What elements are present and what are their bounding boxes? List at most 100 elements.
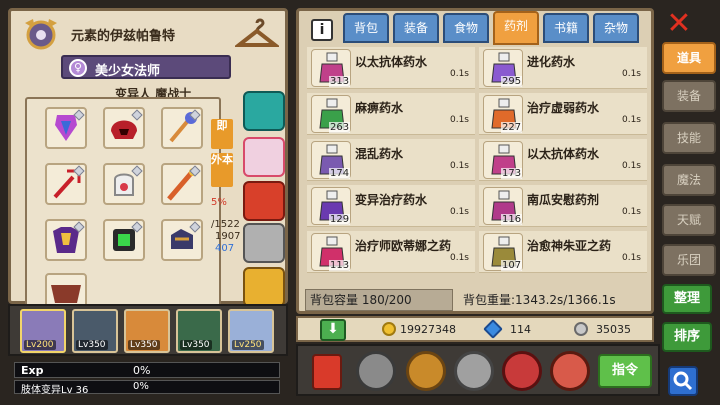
tab-food[interactable]: 食物 [443, 13, 489, 43]
party-member-5[interactable]: Lv250 [228, 309, 274, 353]
action-bar: 指令 [296, 344, 660, 396]
item-count: 295 [501, 76, 523, 87]
vortex-icon[interactable] [454, 351, 494, 391]
item-count: 313 [329, 76, 351, 87]
inventory-panel: i 背包 装备 食物 药剂 书籍 杂物 313 以太抗体药水 0.1s 295 进化药水… [296, 8, 654, 314]
party-member-3[interactable]: Lv350 [124, 309, 170, 353]
inventory-item[interactable]: 295 进化药水 0.1s [479, 47, 647, 89]
item-count: 107 [501, 260, 523, 271]
exp-bar: Exp 0% [14, 362, 280, 378]
member-level: Lv350 [180, 340, 212, 350]
gold-value: 19927348 [400, 323, 456, 336]
class-bar: ♀ 美少女法师 [61, 55, 231, 79]
tab-backpack[interactable]: 背包 [343, 13, 389, 43]
inventory-item[interactable]: 107 治愈神朱亚之药 0.1s [479, 231, 647, 273]
red-gauge-button[interactable] [312, 354, 342, 390]
item-name: 治疗师欧蒂娜之药 [355, 239, 452, 253]
stat-value: 1907 [215, 231, 241, 242]
shuriken-icon[interactable] [406, 351, 446, 391]
item-count: 113 [329, 260, 351, 271]
order-button[interactable]: 排序 [662, 322, 712, 352]
party-member-1[interactable]: Lv200 [20, 309, 66, 353]
equip-slot-staff[interactable] [161, 107, 203, 149]
tab-books[interactable]: 书籍 [543, 13, 589, 43]
inventory-item[interactable]: 173 以太抗体药水 0.1s [479, 139, 647, 181]
tab-potions[interactable]: 药剂 [493, 11, 539, 45]
download-icon[interactable]: ⬇ [320, 319, 346, 341]
exp-label: Exp [21, 364, 44, 377]
member-level: Lv350 [128, 340, 160, 350]
inventory-item[interactable]: 129 变异治疗药水 0.1s [307, 185, 475, 227]
gold-ring-icon[interactable] [243, 267, 285, 307]
menu-magic[interactable]: 魔法 [662, 164, 716, 196]
belt-icon [51, 285, 81, 303]
menu-equipment[interactable]: 装备 [662, 80, 716, 112]
item-weight: 0.1s [449, 161, 469, 171]
red-slash-icon[interactable] [550, 351, 590, 391]
tag-waiben: 外本 [211, 153, 233, 187]
silver-coin-icon [574, 322, 588, 336]
equip-slot-gauntlet[interactable] [161, 219, 203, 261]
currency-bar: ⬇ 19927348 114 35035 [296, 316, 654, 342]
item-weight: 0.1s [621, 69, 641, 79]
menu-items[interactable]: 道具 [662, 42, 716, 74]
member-level: Lv200 [24, 340, 56, 350]
equip-slot-gloves[interactable] [103, 163, 145, 205]
inventory-item[interactable]: 263 麻痹药水 0.1s [307, 93, 475, 135]
red-cube-icon[interactable] [502, 351, 542, 391]
inventory-item[interactable]: 174 混乱药水 0.1s [307, 139, 475, 181]
equip-slot-trident[interactable] [45, 163, 87, 205]
party-member-4[interactable]: Lv350 [176, 309, 222, 353]
hanger-icon[interactable] [235, 17, 279, 51]
item-weight: 0.1s [621, 253, 641, 263]
item-count: 129 [329, 214, 351, 225]
member-level: Lv250 [232, 340, 264, 350]
party-bar: Lv200 Lv350 Lv350 Lv350 Lv250 [8, 304, 288, 356]
item-name: 治疗虚弱药水 [527, 101, 600, 115]
tab-equipment[interactable]: 装备 [393, 13, 439, 43]
grey-slot-icon[interactable] [243, 223, 285, 263]
red-claw-icon[interactable] [243, 137, 285, 177]
inventory-item[interactable]: 113 治疗师欧蒂娜之药 0.1s [307, 231, 475, 273]
bag-weight: 背包重量:1343.2s/1366.1s [463, 293, 616, 307]
tag-ji: 即 [211, 119, 233, 149]
stat-hp-max: /1522 [211, 219, 240, 230]
class-emblem-icon [25, 19, 57, 50]
search-icon[interactable] [668, 366, 698, 396]
female-icon: ♀ [69, 59, 87, 77]
item-weight: 0.1s [621, 161, 641, 171]
equip-slot-armor[interactable] [45, 219, 87, 261]
character-title: 元素的伊兹帕鲁特 [71, 29, 176, 44]
equip-slot-spear[interactable] [161, 163, 203, 205]
battle-axe-icon[interactable] [356, 351, 396, 391]
item-weight: 0.1s [449, 207, 469, 217]
red-bracer-icon[interactable] [243, 181, 285, 221]
party-member-2[interactable]: Lv350 [72, 309, 118, 353]
item-count: 173 [501, 168, 523, 179]
menu-skills[interactable]: 技能 [662, 122, 716, 154]
inventory-item[interactable]: 227 治疗虚弱药水 0.1s [479, 93, 647, 135]
info-button[interactable]: i [311, 19, 333, 41]
close-icon[interactable]: ✕ [664, 9, 694, 40]
teal-crystal-icon[interactable] [243, 91, 285, 131]
equip-slot-amulet[interactable] [45, 107, 87, 149]
item-name: 变异治疗药水 [355, 193, 428, 207]
inventory-item[interactable]: 116 南瓜安慰药剂 0.1s [479, 185, 647, 227]
sort-button[interactable]: 整理 [662, 284, 712, 314]
character-panel: 元素的伊兹帕鲁特 ♀ 美少女法师 变异人 魔战士 即 外本 5% /1522 1… [8, 8, 288, 311]
item-name: 麻痹药水 [355, 101, 404, 115]
mutation-value: 0% [133, 381, 149, 392]
mutation-label: 肢体变异Lv 36 [21, 385, 89, 396]
menu-band[interactable]: 乐团 [662, 244, 716, 276]
equip-slot-helmet[interactable] [103, 107, 145, 149]
tab-misc[interactable]: 杂物 [593, 13, 639, 43]
equip-slot-ring[interactable] [103, 219, 145, 261]
menu-talent[interactable]: 天赋 [662, 204, 716, 236]
mutation-bar: 肢体变异Lv 36 0% [14, 380, 280, 396]
item-weight: 0.1s [621, 115, 641, 125]
stat-percent: 5% [211, 197, 227, 208]
silver-value: 35035 [596, 323, 631, 336]
command-button[interactable]: 指令 [598, 354, 652, 388]
stat-mp: 407 [215, 243, 235, 254]
inventory-item[interactable]: 313 以太抗体药水 0.1s [307, 47, 475, 89]
